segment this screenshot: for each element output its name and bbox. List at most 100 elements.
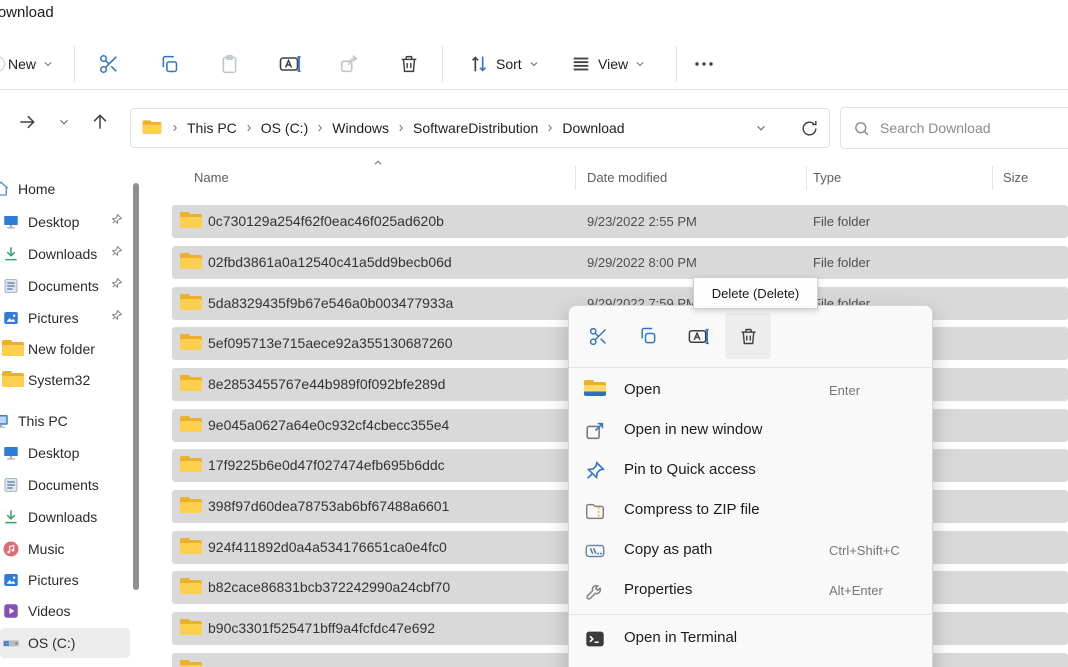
copy-icon [159,54,180,75]
pin-icon [110,245,123,263]
address-bar[interactable]: This PC OS (C:) Windows SoftwareDistribu… [130,108,830,148]
folder-icon [180,416,202,434]
breadcrumb-os-c[interactable]: OS (C:) [261,120,308,136]
sidebar-item-thispc-desktop[interactable]: Desktop [0,438,130,468]
folder-icon [180,660,202,667]
sidebar-item-desktop[interactable]: Desktop [0,207,130,237]
cut-icon [98,53,120,75]
sidebar-item-thispc-documents[interactable]: Documents [0,470,130,500]
sidebar-item-pictures[interactable]: Pictures [0,303,130,333]
desktop-icon [2,213,20,231]
chevron-down-icon [528,58,540,70]
sidebar-item-documents[interactable]: Documents [0,271,130,301]
folder-icon [180,375,202,393]
home-icon [0,180,10,198]
folder-icon [180,497,202,515]
window-tab[interactable]: Download [0,4,120,28]
rename-button[interactable] [675,313,721,359]
address-dropdown-chevron-icon[interactable] [754,121,768,135]
menu-item-pin-to-quick-access[interactable]: Pin to Quick access [569,451,932,491]
menu-item-properties[interactable]: Properties Alt+Enter [569,571,932,611]
menu-item-open[interactable]: Open Enter [569,371,932,411]
delete-button[interactable] [396,44,422,84]
view-icon [570,53,592,75]
folder-icon [180,253,202,271]
sidebar-item-thispc-os-c[interactable]: OS (C:) [0,628,130,658]
share-button[interactable] [336,44,362,84]
paste-button[interactable] [216,44,242,84]
cut-button[interactable] [96,44,122,84]
delete-button[interactable] [725,313,771,359]
sidebar-item-downloads[interactable]: Downloads [0,239,130,269]
sidebar-item-system32[interactable]: System32 [0,365,130,395]
breadcrumb-chevron-icon [396,123,406,133]
copy-button[interactable] [156,44,182,84]
column-headers: Name Date modified Type Size [160,162,1068,196]
location-folder-icon [143,120,162,135]
sort-button[interactable]: Sort [468,44,540,84]
sort-ascending-caret-icon [371,156,385,170]
menu-item-compress-to-zip[interactable]: Compress to ZIP file [569,491,932,531]
column-header-type[interactable]: Type [813,170,841,185]
folder-icon [2,340,20,358]
sidebar-item-thispc-downloads[interactable]: Downloads [0,502,130,532]
breadcrumb-chevron-icon [315,123,325,133]
menu-item-open-in-terminal[interactable]: Open in Terminal [569,619,932,659]
videos-icon [2,602,20,620]
copy-icon [638,326,658,346]
cut-icon [588,326,609,347]
menu-item-copy-as-path[interactable]: Copy as path Ctrl+Shift+C [569,531,932,571]
sidebar-item-thispc-music[interactable]: Music [0,534,130,564]
pin-icon [110,213,123,231]
downloads-icon [2,245,20,263]
folder-icon [180,578,202,596]
search-input[interactable] [880,120,1040,136]
column-separator[interactable] [806,166,807,190]
more-icon [692,52,716,76]
window-tab-title: Download [0,4,120,21]
sidebar-item-thispc-videos[interactable]: Videos [0,596,130,626]
rename-button[interactable] [276,44,304,84]
cut-button[interactable] [575,313,621,359]
folder-icon [180,334,202,352]
breadcrumb-softwaredistribution[interactable]: SoftwareDistribution [413,120,538,136]
folder-icon [180,294,202,312]
search-icon [853,120,870,137]
new-button[interactable]: New [8,44,54,84]
forward-arrow-icon [17,112,37,132]
menu-item-open-in-new-window[interactable]: Open in new window [569,411,932,451]
column-separator[interactable] [992,166,993,190]
breadcrumb-download[interactable]: Download [562,120,624,136]
refresh-icon[interactable] [800,119,819,138]
up-button[interactable] [86,108,114,136]
folder-icon [180,456,202,474]
pictures-icon [2,309,20,327]
file-explorer-window: Download New Sort [0,0,1068,667]
computer-icon [0,412,10,430]
table-row[interactable]: 0c730129a254f62f0eac46f025ad620b 9/23/20… [172,205,1068,238]
more-options-button[interactable] [692,44,716,84]
breadcrumb-chevron-icon [545,123,555,133]
forward-button[interactable] [13,108,41,136]
table-row[interactable]: 02fbd3861a0a12540c41a5dd9becb06d 9/29/20… [172,246,1068,279]
share-icon [338,53,360,75]
terminal-icon [584,628,606,650]
sidebar-item-this-pc[interactable]: This PC [0,406,130,436]
column-separator[interactable] [575,166,576,190]
column-header-size[interactable]: Size [1003,170,1028,185]
recent-locations-button[interactable] [50,108,78,136]
view-button[interactable]: View [570,44,646,84]
delete-icon [398,53,420,75]
copy-button[interactable] [625,313,671,359]
breadcrumb-this-pc[interactable]: This PC [187,120,237,136]
breadcrumb-windows[interactable]: Windows [332,120,389,136]
sidebar-item-new-folder[interactable]: New folder [0,334,130,364]
column-header-name[interactable]: Name [194,170,229,185]
search-box[interactable] [840,107,1068,149]
sidebar-item-thispc-pictures[interactable]: Pictures [0,565,130,595]
sidebar-scrollbar[interactable] [133,183,139,590]
toolbar-separator [676,46,677,82]
column-header-date[interactable]: Date modified [587,170,667,185]
sidebar-item-home[interactable]: Home [0,174,130,204]
folder-icon [2,371,20,389]
